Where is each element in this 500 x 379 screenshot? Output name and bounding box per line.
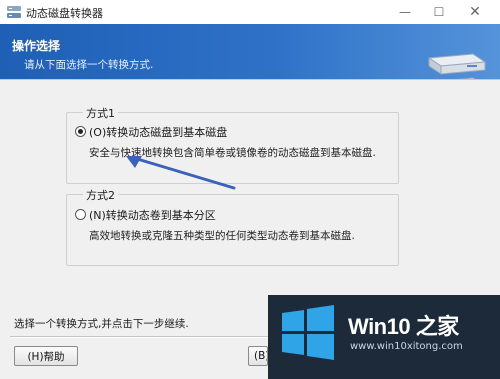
page-subtitle: 请从下面选择一个转换方式.	[24, 59, 154, 71]
window-title: 动态磁盘转换器	[26, 7, 103, 20]
app-icon	[7, 6, 21, 18]
watermark: Win10 之家 www.win10xitong.com	[268, 295, 500, 379]
option-group-title: 方式2	[83, 187, 118, 203]
instruction-text: 选择一个转换方式,并点击下一步继续.	[14, 318, 189, 330]
option-group-2: 方式2 (N)转换动态卷到基本分区 高效地转换或克隆五种类型的任何类型动态卷到基…	[66, 187, 399, 266]
maximize-button[interactable]: ☐	[422, 0, 456, 24]
page-title: 操作选择	[12, 39, 61, 53]
option-group-title: 方式1	[83, 105, 118, 121]
back-button[interactable]: (B)	[248, 346, 268, 366]
radio-button-option-1[interactable]	[75, 126, 86, 137]
option-label[interactable]: (N)转换动态卷到基本分区	[89, 207, 216, 223]
windows-logo-icon	[282, 305, 334, 360]
option-description: 高效地转换或克隆五种类型的任何类型动态卷到基本磁盘.	[89, 230, 355, 242]
header-banner: 操作选择 请从下面选择一个转换方式.	[0, 24, 500, 99]
radio-button-option-2[interactable]	[75, 209, 86, 220]
title-bar: 动态磁盘转换器 — ☐ ✕	[0, 0, 500, 24]
close-button[interactable]: ✕	[458, 0, 492, 24]
help-button[interactable]: (H)帮助	[14, 346, 78, 366]
watermark-url: www.win10xitong.com	[350, 341, 463, 352]
watermark-brand: Win10 之家	[348, 314, 459, 339]
arrow-annotation-icon	[126, 156, 236, 190]
option-label[interactable]: (O)转换动态磁盘到基本磁盘	[89, 124, 227, 140]
minimize-button[interactable]: —	[388, 0, 422, 24]
